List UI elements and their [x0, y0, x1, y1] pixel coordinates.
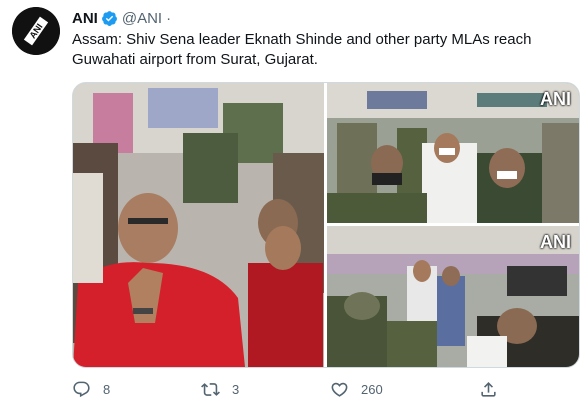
- author-handle[interactable]: @ANI: [122, 10, 162, 27]
- reply-count: 8: [103, 381, 111, 397]
- separator-dot: ·: [166, 9, 172, 27]
- retweet-count: 3: [232, 381, 240, 397]
- like-count: 260: [361, 381, 383, 397]
- verified-badge-icon: [101, 10, 117, 26]
- retweet-icon: [201, 382, 220, 396]
- author-name[interactable]: ANI: [72, 10, 98, 27]
- ani-logo-icon: ANI: [12, 7, 60, 55]
- photo-main[interactable]: [73, 83, 324, 367]
- ani-watermark: ANI: [540, 89, 571, 109]
- photo-main-image: [73, 83, 324, 367]
- ani-watermark: ANI: [540, 232, 571, 252]
- avatar[interactable]: ANI: [12, 7, 60, 55]
- action-bar: 8 3 260: [72, 378, 562, 402]
- like-icon: [331, 382, 348, 397]
- photo-bottom-right[interactable]: ANI: [327, 226, 579, 367]
- like-button[interactable]: 260: [330, 378, 383, 400]
- tweet-text: Assam: Shiv Sena leader Eknath Shinde an…: [72, 31, 532, 68]
- reply-button[interactable]: 8: [72, 378, 110, 400]
- retweet-button[interactable]: 3: [201, 378, 239, 400]
- share-icon: [481, 381, 496, 397]
- share-button[interactable]: [479, 378, 498, 400]
- reply-icon: [73, 381, 90, 397]
- media-grid[interactable]: ANI ANI: [72, 82, 580, 368]
- tweet-header: ANI @ANI ·: [72, 8, 175, 28]
- photo-top-right[interactable]: ANI: [327, 83, 579, 223]
- tweet[interactable]: ANI ANI @ANI · Assam: Shiv Sena leader E…: [0, 0, 583, 416]
